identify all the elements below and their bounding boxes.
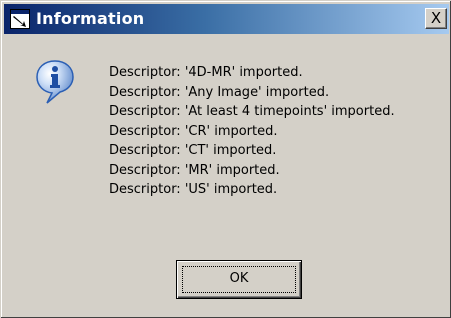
ok-button-label: OK	[229, 271, 249, 286]
app-window-icon	[10, 9, 30, 29]
message-line: Descriptor: 'CR' imported.	[109, 123, 278, 139]
close-icon: X	[430, 9, 442, 27]
message-line: Descriptor: 'CT' imported.	[109, 143, 277, 158]
close-button[interactable]: X	[425, 8, 447, 29]
ok-button[interactable]: OK	[176, 260, 302, 299]
message-line: Descriptor: 'At least 4 timepoints' impo…	[109, 104, 395, 119]
message-line: Descriptor: 'US' imported.	[109, 182, 278, 197]
message-line: Descriptor: 'Any Image' imported.	[109, 84, 330, 100]
message-line: Descriptor: 'MR' imported.	[109, 162, 280, 178]
message-line: Descriptor: '4D-MR' imported.	[109, 65, 303, 80]
dialog-title: Information	[36, 9, 145, 28]
message-list: Descriptor: '4D-MR' imported. Descriptor…	[109, 63, 395, 200]
info-icon	[35, 59, 75, 105]
information-dialog: Information X Descriptor: '4D-MR' import…	[0, 0, 451, 318]
title-bar[interactable]: Information X	[4, 4, 449, 34]
